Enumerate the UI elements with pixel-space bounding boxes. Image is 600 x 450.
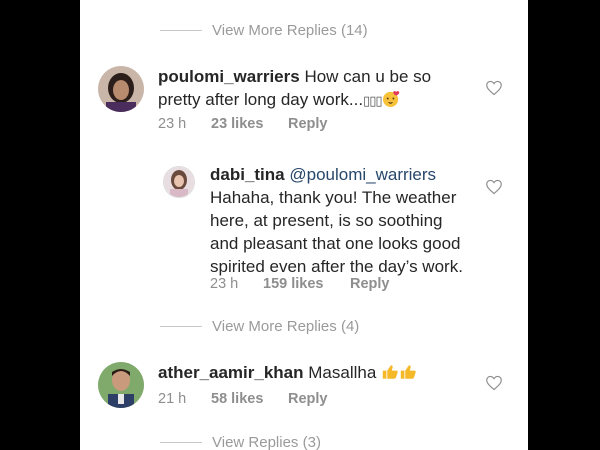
reply-button[interactable]: Reply xyxy=(350,276,390,292)
likes-count[interactable]: 159 likes xyxy=(263,276,350,292)
mention-link[interactable]: @poulomi_warriers xyxy=(289,165,436,184)
reply-line-4: spirited even after the day’s work. xyxy=(210,257,463,276)
username-ather[interactable]: ather_aamir_khan xyxy=(158,363,304,382)
reply-line-1: Hahaha, thank you! The weather xyxy=(210,188,457,207)
comment-meta-poulomi: 23 h 23 likes Reply xyxy=(158,116,328,132)
divider-line xyxy=(160,326,202,327)
comment-text-ather: ather_aamir_khan Masallha xyxy=(158,361,508,384)
reply-line-3: and pleasant that one looks good xyxy=(210,234,461,253)
username-dabi-tina[interactable]: dabi_tina xyxy=(210,165,285,184)
timestamp: 23 h xyxy=(210,276,239,292)
comment-meta-ather: 21 h 58 likes Reply xyxy=(158,391,328,407)
likes-count[interactable]: 23 likes xyxy=(211,116,288,132)
comment-text-poulomi: poulomi_warriers How can u be so pretty … xyxy=(158,65,508,112)
view-replies-label[interactable]: View Replies (3) xyxy=(212,434,321,450)
divider-line xyxy=(160,442,202,443)
view-more-replies-mid[interactable]: View More Replies (4) xyxy=(160,318,359,335)
timestamp: 23 h xyxy=(158,116,187,132)
avatar-poulomi[interactable] xyxy=(98,66,144,112)
view-more-label[interactable]: View More Replies (4) xyxy=(212,318,359,335)
reply-line-2: here, at present, is so soothing xyxy=(210,211,443,230)
heart-icon[interactable] xyxy=(485,80,503,96)
heart-icon[interactable] xyxy=(485,375,503,391)
view-more-replies-top[interactable]: View More Replies (14) xyxy=(160,22,368,39)
likes-count[interactable]: 58 likes xyxy=(211,391,288,407)
divider-line xyxy=(160,30,202,31)
heart-icon[interactable] xyxy=(485,179,503,195)
comment-body: Masallha xyxy=(308,363,377,382)
avatar-ather[interactable] xyxy=(98,362,144,408)
comment-text-dabi-tina: dabi_tina @poulomi_warriers Hahaha, than… xyxy=(210,163,510,278)
username-poulomi[interactable]: poulomi_warriers xyxy=(158,67,300,86)
thumbs-up-emoji xyxy=(382,365,416,379)
reply-button[interactable]: Reply xyxy=(288,391,328,407)
reply-button[interactable]: Reply xyxy=(288,116,328,132)
avatar-dabi-tina[interactable] xyxy=(163,166,195,198)
comment-meta-dabi-tina: 23 h 159 likes Reply xyxy=(210,276,390,292)
comment-line-2: pretty after long day work... xyxy=(158,90,364,109)
comment-line-1: How can u be so xyxy=(304,67,432,86)
view-more-label[interactable]: View More Replies (14) xyxy=(212,22,368,39)
view-replies-bottom[interactable]: View Replies (3) xyxy=(160,434,321,450)
timestamp: 21 h xyxy=(158,391,187,407)
blushing-kiss-emoji xyxy=(382,90,399,107)
comments-panel: View More Replies (14) poulomi_warriers … xyxy=(80,0,528,450)
unsupported-glyphs: ▯▯▯ xyxy=(363,93,382,108)
